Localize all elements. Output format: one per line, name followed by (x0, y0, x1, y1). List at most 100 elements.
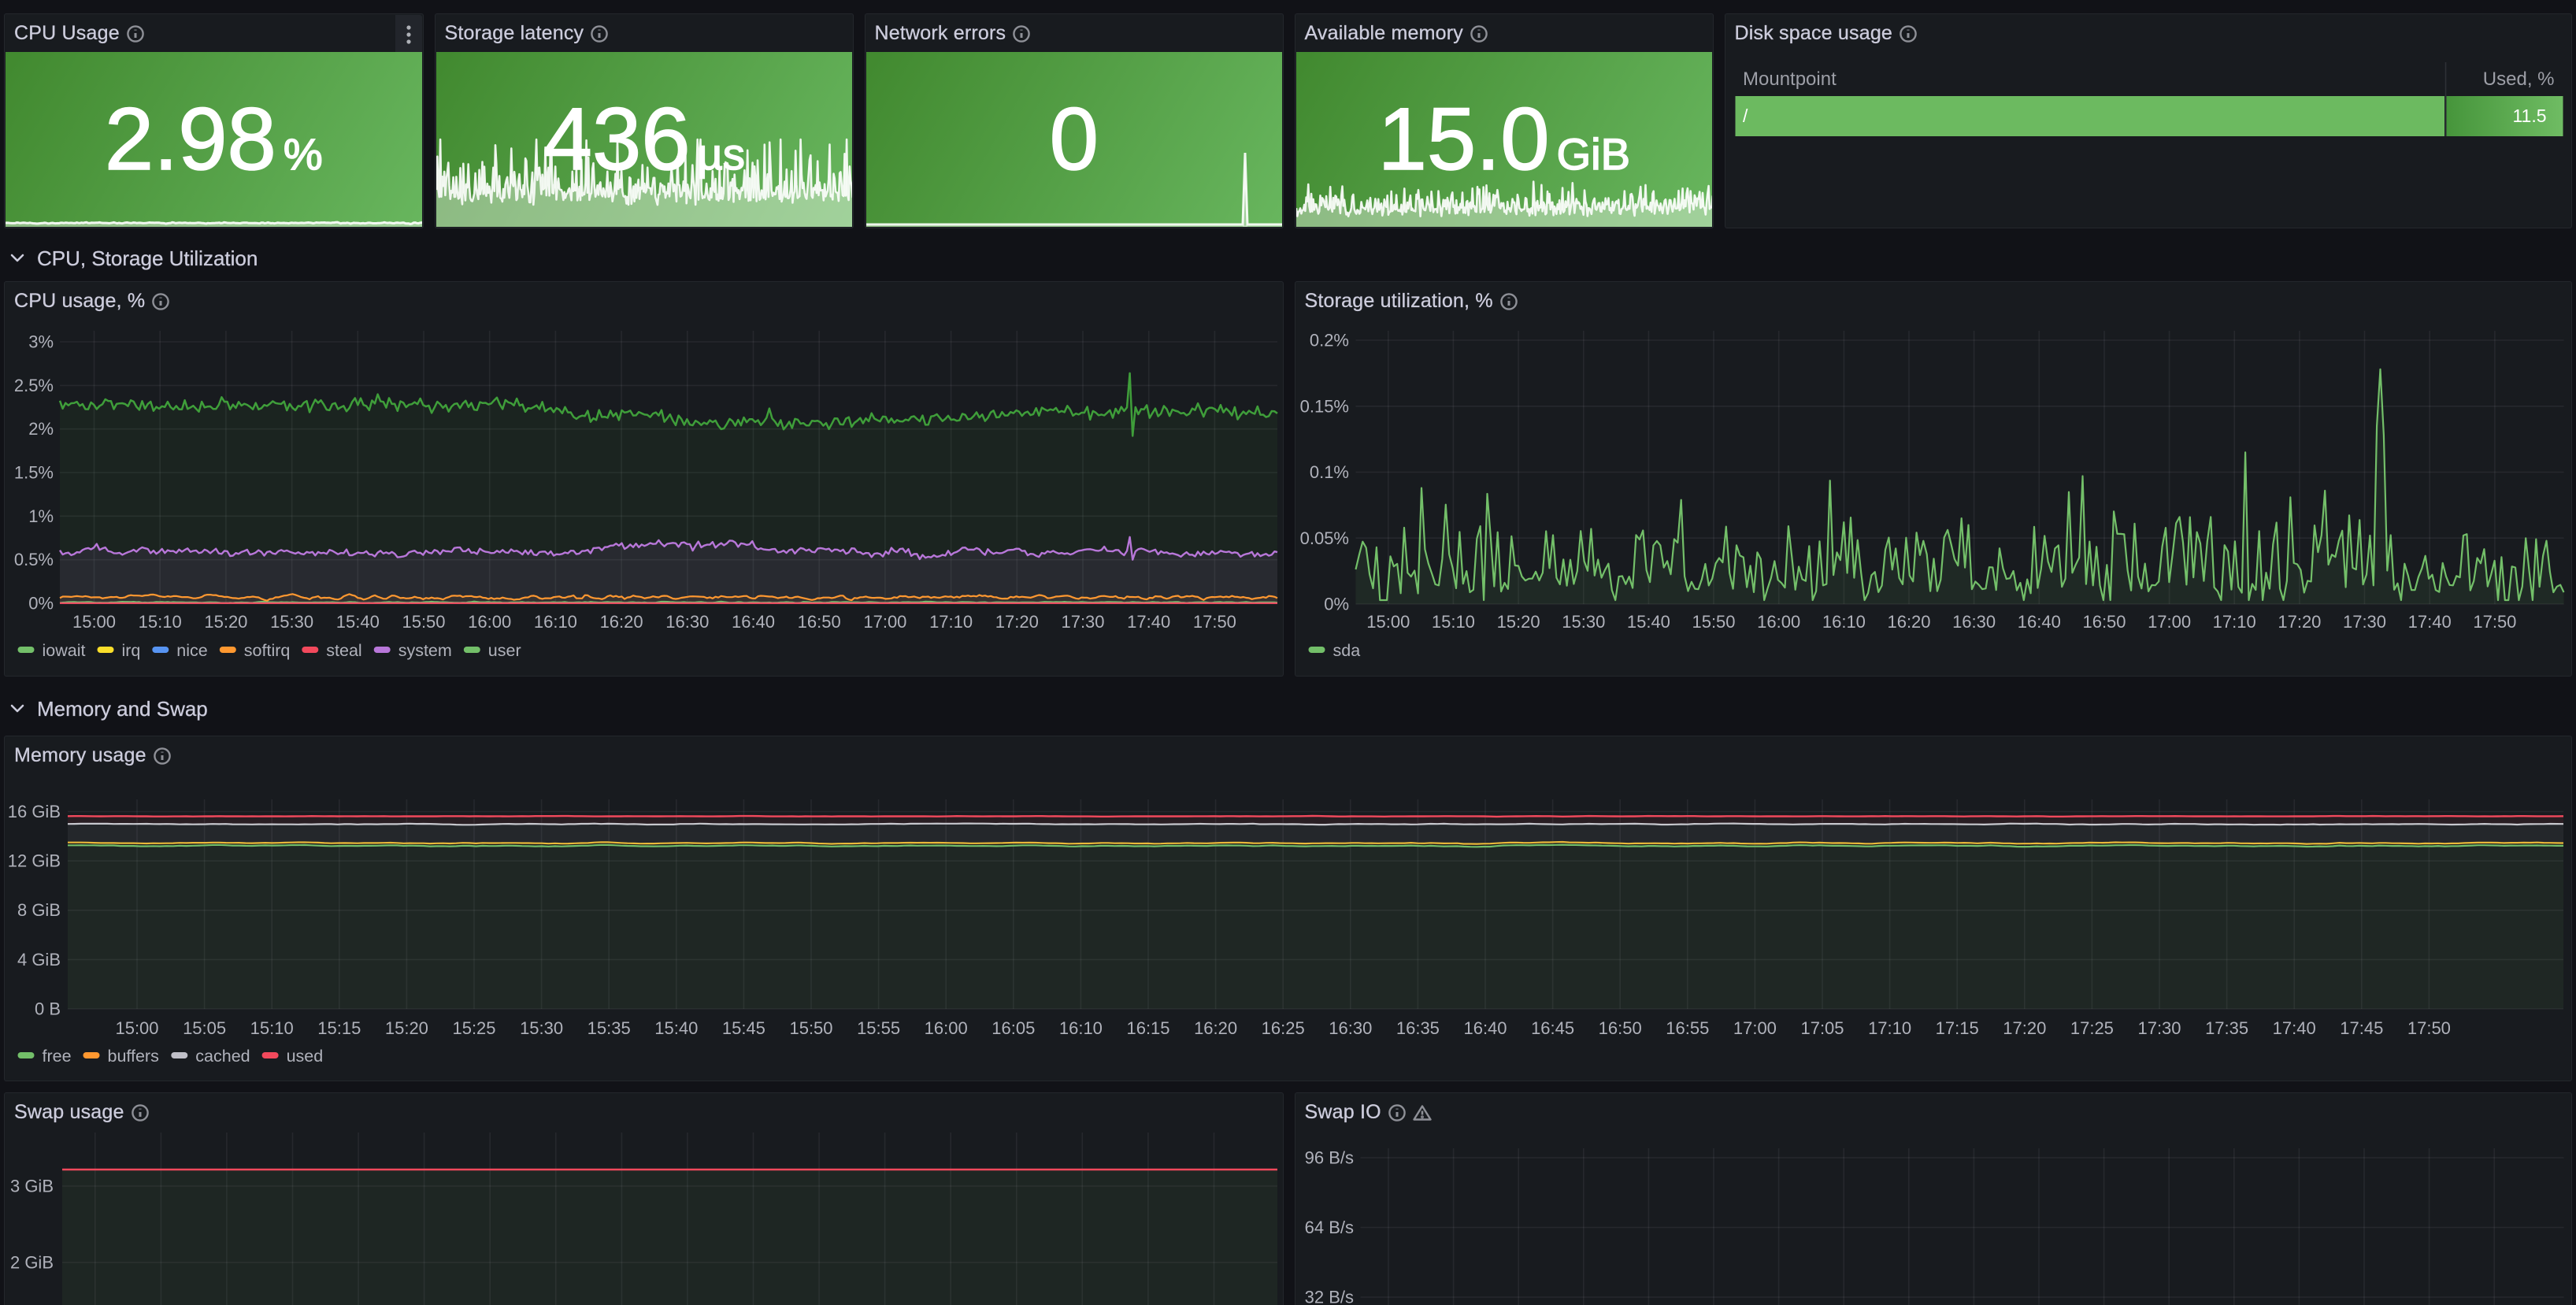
svg-text:user: user (488, 641, 521, 660)
svg-text:15:55: 15:55 (857, 1018, 900, 1038)
svg-text:15:20: 15:20 (204, 612, 247, 632)
svg-text:16:00: 16:00 (925, 1018, 968, 1038)
svg-text:Used, %: Used, % (2482, 69, 2554, 90)
svg-text:17:10: 17:10 (929, 612, 973, 632)
svg-text:16:35: 16:35 (1396, 1018, 1440, 1038)
svg-text:17:25: 17:25 (2070, 1018, 2114, 1038)
svg-text:16:30: 16:30 (665, 612, 709, 632)
svg-text:2 GiB: 2 GiB (10, 1253, 54, 1273)
svg-text:17:00: 17:00 (863, 612, 906, 632)
svg-text:17:40: 17:40 (1127, 612, 1170, 632)
svg-text:15:45: 15:45 (722, 1018, 765, 1038)
svg-text:17:00: 17:00 (2148, 612, 2191, 632)
svg-text:16 GiB: 16 GiB (8, 802, 61, 821)
svg-text:1.5%: 1.5% (14, 463, 54, 483)
svg-text:17:50: 17:50 (1193, 612, 1236, 632)
svg-text:17:45: 17:45 (2340, 1018, 2383, 1038)
svg-text:Mountpoint: Mountpoint (1743, 69, 1837, 90)
svg-text:17:05: 17:05 (1800, 1018, 1844, 1038)
svg-text:15:25: 15:25 (452, 1018, 495, 1038)
svg-text:/: / (1743, 106, 1748, 126)
svg-text:11.5: 11.5 (2512, 106, 2546, 126)
svg-text:0%: 0% (28, 594, 54, 614)
svg-text:nice: nice (176, 641, 207, 660)
svg-text:15:30: 15:30 (1562, 612, 1605, 632)
svg-text:17:00: 17:00 (1733, 1018, 1777, 1038)
svg-text:17:20: 17:20 (2003, 1018, 2046, 1038)
svg-text:17:10: 17:10 (2212, 612, 2255, 632)
svg-text:sda: sda (1332, 641, 1360, 660)
svg-text:15:40: 15:40 (654, 1018, 698, 1038)
svg-text:system: system (398, 641, 452, 660)
svg-text:17:30: 17:30 (1061, 612, 1104, 632)
svg-text:16:30: 16:30 (1329, 1018, 1372, 1038)
svg-text:16:00: 16:00 (468, 612, 511, 632)
svg-text:8 GiB: 8 GiB (17, 900, 61, 920)
svg-text:0 B: 0 B (35, 999, 61, 1019)
svg-text:16:05: 16:05 (991, 1018, 1035, 1038)
svg-text:17:35: 17:35 (2205, 1018, 2248, 1038)
svg-text:16:30: 16:30 (1952, 612, 1996, 632)
svg-text:15:20: 15:20 (385, 1018, 428, 1038)
svg-text:16:10: 16:10 (1822, 612, 1865, 632)
svg-text:17:20: 17:20 (2278, 612, 2321, 632)
svg-text:cached: cached (195, 1047, 250, 1066)
svg-text:16:55: 16:55 (1666, 1018, 1709, 1038)
svg-text:12 GiB: 12 GiB (8, 851, 61, 871)
svg-text:16:40: 16:40 (1463, 1018, 1507, 1038)
svg-text:16:10: 16:10 (1059, 1018, 1103, 1038)
svg-text:16:20: 16:20 (1194, 1018, 1237, 1038)
svg-text:1%: 1% (28, 506, 54, 526)
svg-text:16:40: 16:40 (2017, 612, 2060, 632)
svg-text:96 B/s: 96 B/s (1304, 1148, 1353, 1168)
svg-text:15:10: 15:10 (250, 1018, 294, 1038)
svg-text:64 B/s: 64 B/s (1304, 1218, 1353, 1237)
svg-text:17:20: 17:20 (995, 612, 1039, 632)
svg-text:15:00: 15:00 (1366, 612, 1410, 632)
svg-text:15:05: 15:05 (183, 1018, 226, 1038)
svg-text:3 GiB: 3 GiB (10, 1177, 54, 1196)
svg-text:16:40: 16:40 (732, 612, 775, 632)
svg-text:15:40: 15:40 (1626, 612, 1670, 632)
svg-text:16:10: 16:10 (534, 612, 577, 632)
svg-text:16:15: 16:15 (1126, 1018, 1169, 1038)
svg-text:16:20: 16:20 (600, 612, 643, 632)
svg-text:steal: steal (326, 641, 361, 660)
svg-text:0.5%: 0.5% (14, 550, 54, 569)
svg-text:17:30: 17:30 (2342, 612, 2385, 632)
svg-text:15:40: 15:40 (336, 612, 380, 632)
svg-text:15:00: 15:00 (115, 1018, 158, 1038)
svg-text:16:50: 16:50 (2082, 612, 2126, 632)
svg-text:4 GiB: 4 GiB (17, 950, 61, 969)
svg-text:16:45: 16:45 (1531, 1018, 1574, 1038)
svg-text:16:00: 16:00 (1757, 612, 1800, 632)
svg-text:16:50: 16:50 (1599, 1018, 1642, 1038)
svg-text:0.15%: 0.15% (1299, 396, 1348, 416)
svg-text:16:50: 16:50 (798, 612, 841, 632)
svg-text:0.2%: 0.2% (1309, 331, 1348, 350)
svg-text:32 B/s: 32 B/s (1304, 1288, 1353, 1305)
svg-text:17:40: 17:40 (2273, 1018, 2316, 1038)
svg-text:16:20: 16:20 (1887, 612, 1930, 632)
svg-text:15:15: 15:15 (317, 1018, 361, 1038)
svg-text:2%: 2% (28, 419, 54, 439)
svg-text:free: free (43, 1047, 72, 1066)
svg-text:iowait: iowait (43, 641, 86, 660)
svg-text:15:20: 15:20 (1496, 612, 1540, 632)
svg-text:15:35: 15:35 (587, 1018, 631, 1038)
svg-text:15:10: 15:10 (1431, 612, 1474, 632)
svg-text:15:10: 15:10 (139, 612, 182, 632)
svg-text:irq: irq (122, 641, 141, 660)
svg-text:3%: 3% (28, 332, 54, 352)
svg-text:15:00: 15:00 (72, 612, 116, 632)
svg-text:15:50: 15:50 (789, 1018, 832, 1038)
svg-text:buffers: buffers (108, 1047, 159, 1066)
svg-text:15:50: 15:50 (402, 612, 445, 632)
svg-text:17:40: 17:40 (2407, 612, 2451, 632)
svg-text:used: used (287, 1047, 324, 1066)
svg-text:17:10: 17:10 (1868, 1018, 1911, 1038)
svg-text:0%: 0% (1324, 595, 1349, 614)
svg-text:17:30: 17:30 (2137, 1018, 2181, 1038)
svg-text:15:50: 15:50 (1692, 612, 1735, 632)
svg-text:0.05%: 0.05% (1299, 528, 1348, 548)
